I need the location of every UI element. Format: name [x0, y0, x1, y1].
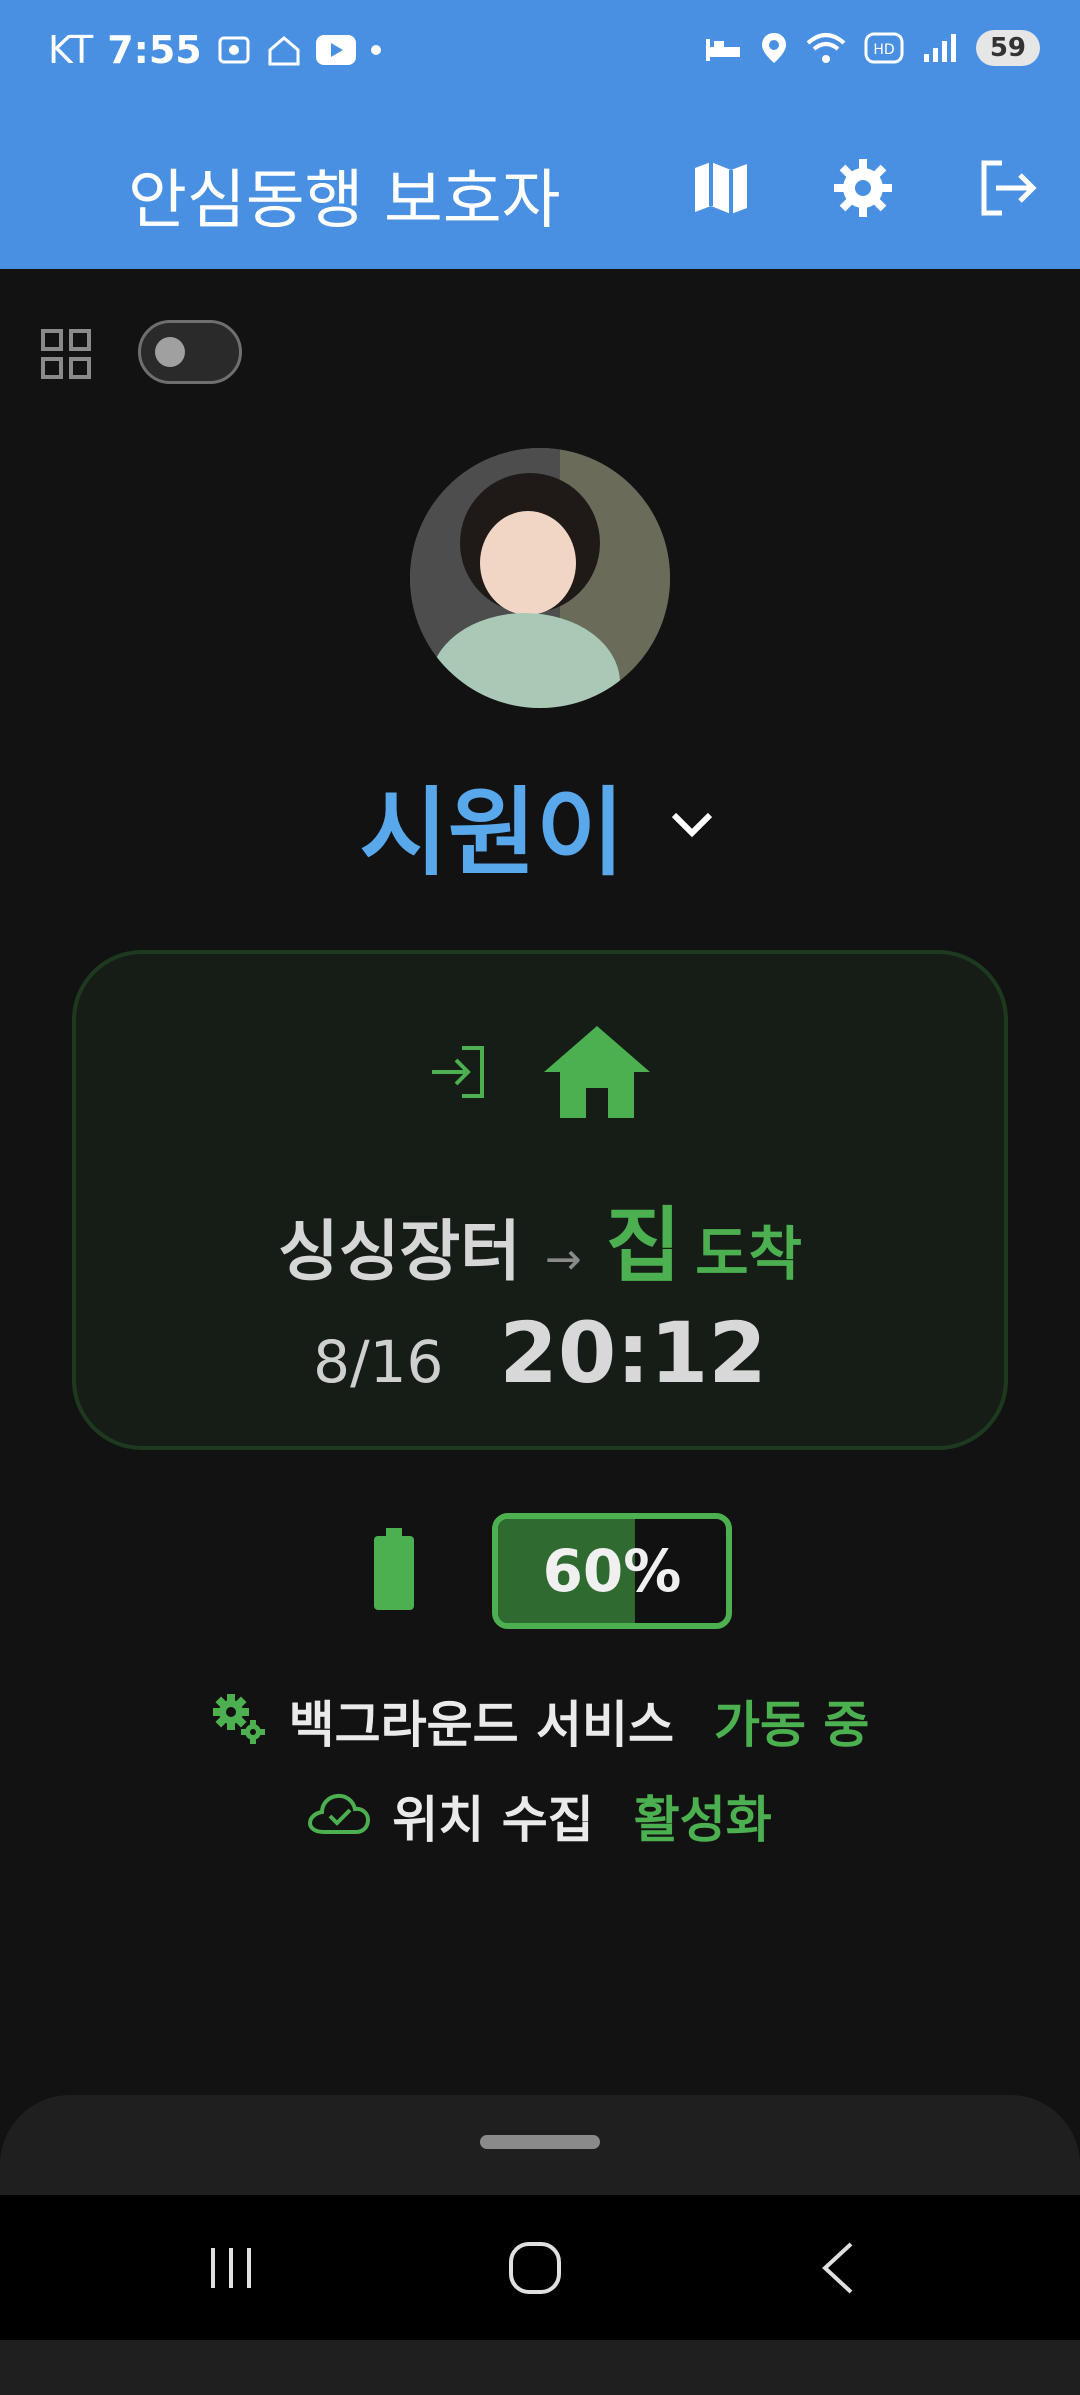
origin-label: 싱싱장터: [278, 1213, 521, 1290]
system-nav-bar: [0, 2195, 1080, 2340]
home-icon: [266, 32, 302, 68]
battery-percent: 60%: [542, 1537, 682, 1605]
home-button[interactable]: [500, 2235, 570, 2305]
location-value: 활성화: [633, 1791, 772, 1849]
signal-icon: [922, 32, 958, 64]
svg-text:HD: HD: [873, 42, 894, 58]
dot-icon: [370, 44, 382, 56]
recent-apps-button[interactable]: [196, 2235, 266, 2305]
status-card: 싱싱장터 → 집 도착 8/16 20:12: [72, 950, 1008, 1450]
home-icon: [542, 1024, 652, 1124]
battery-icon: [372, 1528, 416, 1612]
location-label: 위치 수집: [392, 1791, 594, 1849]
arrival-status: 도착: [695, 1220, 802, 1288]
wifi-icon: [806, 31, 846, 65]
event-datetime: 8/16 20:12: [76, 1304, 1004, 1402]
status-left: KT 7:55: [48, 28, 382, 72]
location-status: 위치 수집 활성화: [0, 1780, 1080, 1852]
arrow-icon: →: [544, 1234, 582, 1285]
screenshot-icon: [216, 32, 252, 68]
home-circle-icon: [507, 2240, 563, 2300]
child-selector[interactable]: 시원이: [0, 755, 1080, 894]
battery-bar: 60%: [492, 1513, 732, 1629]
mode-toggle[interactable]: [138, 320, 242, 384]
app-title: 안심동행 보호자: [128, 164, 561, 238]
logout-button[interactable]: [972, 155, 1042, 225]
sleep-icon: [704, 33, 742, 63]
location-icon: [760, 31, 788, 65]
carrier-label: KT: [48, 28, 94, 72]
clock: 7:55: [107, 28, 202, 72]
battery-indicator: 59: [975, 30, 1040, 66]
enter-icon: [428, 1044, 488, 1104]
child-name: 시원이: [359, 777, 625, 889]
event-time: 20:12: [499, 1304, 767, 1402]
cloud-check-icon: [308, 1792, 371, 1840]
gears-icon: [211, 1692, 267, 1750]
back-icon: [815, 2240, 859, 2300]
logout-icon: [976, 157, 1038, 223]
event-date: 8/16: [313, 1328, 444, 1396]
card-icons: [76, 1024, 1004, 1124]
status-right: HD 59: [704, 30, 1040, 66]
status-bar: KT 7:55 HD 59: [0, 0, 1080, 115]
hd-icon: HD: [864, 32, 904, 64]
destination-label: 집: [605, 1199, 682, 1294]
grid-view-button[interactable]: [40, 328, 92, 380]
back-button[interactable]: [802, 2235, 872, 2305]
service-value: 가동 중: [714, 1696, 870, 1754]
app-bar: 안심동행 보호자: [0, 115, 1080, 269]
service-status: 백그라운드 서비스 가동 중: [0, 1685, 1080, 1757]
service-label: 백그라운드 서비스: [288, 1696, 674, 1754]
toggle-knob: [155, 337, 185, 367]
recent-apps-icon: [205, 2242, 257, 2298]
chevron-down-icon[interactable]: [664, 797, 720, 853]
grid-icon: [40, 329, 92, 384]
youtube-icon: [315, 35, 356, 65]
map-button[interactable]: [686, 155, 756, 225]
settings-button[interactable]: [828, 155, 898, 225]
settings-icon: [832, 157, 894, 223]
route: 싱싱장터 → 집 도착: [76, 1179, 1004, 1298]
drag-handle[interactable]: [480, 2135, 600, 2149]
map-icon: [691, 158, 751, 222]
avatar[interactable]: [410, 448, 670, 708]
